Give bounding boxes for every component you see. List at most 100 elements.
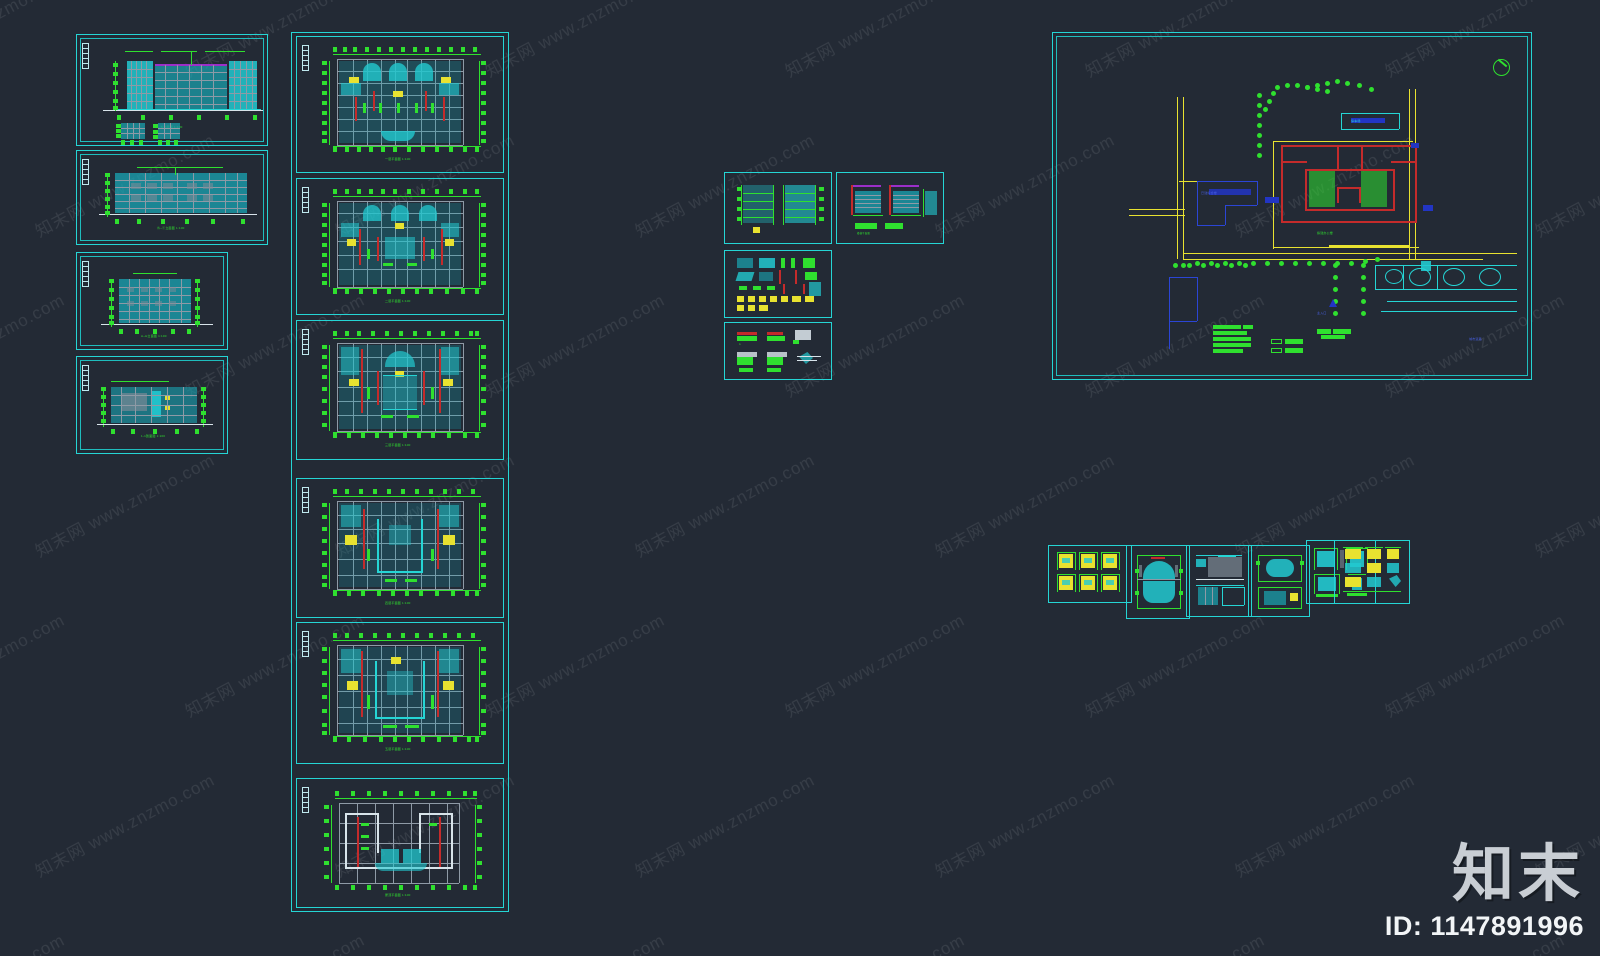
plan-roof-caption: 屋顶平面图 1:100 — [385, 893, 411, 897]
dimension-chain-bottom — [335, 885, 477, 890]
panel-stair-plans[interactable]: 楼梯平面图 — [836, 172, 944, 244]
watermark-text: 知末网 www.znzmo.com — [1382, 610, 1569, 722]
panel-stair-sections[interactable] — [724, 172, 832, 244]
watermark-text: 知末网 www.znzmo.com — [0, 290, 69, 401]
panel-elevation-side[interactable]: ⑮~①立面图 1:100 — [76, 150, 268, 245]
plan-level-2-caption: 二层平面图 1:100 — [385, 299, 411, 303]
panel-elevation-front[interactable]: ①~⑮立面图 1:100 — [76, 34, 268, 146]
title-block-strip — [302, 787, 309, 813]
panel-plan-level-5[interactable]: 五层平面图 1:100 — [296, 622, 504, 764]
tree-row-east-path — [1361, 263, 1375, 323]
title-block-strip — [302, 631, 309, 657]
plan-level-4-drawing: 四层平面图 1:100 — [319, 489, 489, 609]
title-block-strip — [82, 365, 89, 391]
panel-wall-details[interactable]: A — [724, 322, 832, 380]
site-west-block-label: 已建综合楼 — [1201, 191, 1218, 195]
watermark-text: 知末网 www.znzmo.com — [0, 610, 69, 721]
dimension-chain-right — [481, 503, 486, 587]
watermark-text: 知末网 www.znzmo.com — [1080, 926, 1269, 956]
site-north-label-block — [1317, 329, 1351, 339]
panel-plan-level-3[interactable]: 三层平面图 1:100 — [296, 320, 504, 460]
panel-unit-section[interactable] — [1186, 545, 1252, 617]
plan-level-2-drawing: 二层平面图 1:100 — [319, 189, 489, 307]
dimension-chain-left — [322, 647, 327, 735]
door-window-table-drawing — [733, 256, 827, 312]
brand-logo: 知末 — [1451, 837, 1584, 910]
watermark-text: 知末网 www.znzmo.com — [782, 610, 969, 722]
panel-site-plan[interactable]: 主入口 已建综合楼 停车场 城市道路 拟建办公楼 — [1052, 32, 1532, 380]
watermark-text: 知末网 www.znzmo.com — [632, 770, 819, 882]
panel-door-window-table[interactable] — [724, 250, 832, 318]
dimension-chain-left — [324, 805, 329, 881]
watermark-text: 知末网 www.znzmo.com — [180, 926, 369, 956]
elevation-rear-caption: A~H立面图 1:100 — [141, 334, 167, 338]
title-block-strip — [82, 261, 89, 287]
plan-level-4-caption: 四层平面图 1:100 — [385, 601, 411, 605]
toilet-plan-details-drawing — [1055, 550, 1127, 598]
dimension-chain-top — [333, 47, 479, 52]
plan-level-3-drawing: 三层平面图 1:100 — [319, 331, 489, 451]
title-block-strip — [302, 187, 309, 213]
panel-unit-plan-a[interactable] — [1126, 545, 1190, 619]
panel-toilet-plan-details[interactable] — [1048, 545, 1132, 603]
unit-plan-a-drawing — [1133, 551, 1185, 613]
panel-plan-level-4[interactable]: 四层平面图 1:100 — [296, 478, 504, 618]
stair-sections-drawing — [735, 179, 825, 237]
watermark-text: 知末网 www.znzmo.com — [1532, 130, 1600, 242]
unit-plan-b-drawing — [1254, 551, 1306, 611]
watermark-text: 知末网 www.znzmo.com — [932, 770, 1119, 882]
elevation-front-drawing: ①~⑮立面图 1:100 — [93, 45, 263, 145]
wall-details-drawing: A — [733, 328, 827, 376]
watermark-text: 知末网 www.znzmo.com — [782, 0, 969, 82]
dimension-chain-right — [481, 61, 486, 143]
watermark-text: 知末网 www.znzmo.com — [0, 0, 69, 81]
dimension-chain-left — [322, 61, 327, 143]
dimension-chain-bottom — [333, 147, 479, 152]
dimension-chain-bottom — [333, 737, 479, 742]
title-block-strip — [302, 45, 309, 71]
plan-roof-drawing: 屋顶平面图 1:100 — [319, 791, 489, 901]
tree-row-southwest — [1173, 263, 1253, 273]
tree-row-south — [1181, 251, 1381, 268]
watermark-text: 知末网 www.znzmo.com — [32, 450, 219, 562]
site-parking-label: 停车场 — [1351, 119, 1361, 123]
dimension-chain-top — [333, 189, 479, 194]
panel-unit-plan-b[interactable] — [1248, 545, 1310, 617]
watermark-text: 知末网 www.znzmo.com — [480, 926, 669, 956]
elevation-side-drawing: ⑮~①立面图 1:100 — [91, 163, 261, 233]
panel-plan-level-2[interactable]: 二层平面图 1:100 — [296, 178, 504, 315]
brand-block: 知末 ID: 1147891996 — [1385, 843, 1584, 942]
plan-level-3-caption: 三层平面图 1:100 — [385, 443, 411, 447]
dimension-chain-right — [481, 345, 486, 429]
watermark-text: 知末网 www.znzmo.com — [1532, 450, 1600, 562]
dimension-chain-right — [481, 203, 486, 285]
title-block-strip — [302, 329, 309, 355]
watermark-text: 知末网 www.znzmo.com — [1380, 926, 1569, 956]
dimension-chain-top — [335, 791, 477, 796]
misc-detail-drawing — [1341, 545, 1405, 599]
title-block-strip — [82, 159, 89, 185]
elevation-rear-drawing: A~H立面图 1:100 — [93, 267, 219, 339]
dimension-chain-left — [322, 503, 327, 587]
watermark-text: 知末网 www.znzmo.com — [32, 770, 219, 882]
tree-row-west — [1257, 93, 1269, 173]
dimension-chain-top — [333, 489, 479, 494]
tree-row-southeast — [1333, 263, 1347, 323]
stair-plan-caption: 楼梯平面图 — [857, 232, 870, 235]
watermark-text: 知末网 www.znzmo.com — [632, 450, 819, 562]
panel-plan-roof[interactable]: 屋顶平面图 1:100 — [296, 778, 504, 908]
watermark-text: 知末网 www.znzmo.com — [0, 926, 69, 956]
site-legend-notes — [1213, 325, 1259, 357]
title-block-strip — [82, 43, 89, 69]
section-1-1-drawing: 1-1剖面图 1:100 — [91, 373, 219, 441]
site-legend-swatches — [1271, 339, 1305, 357]
panel-misc-detail[interactable] — [1334, 540, 1410, 604]
dimension-chain-right — [481, 647, 486, 735]
watermark-text: 知末网 www.znzmo.com — [780, 926, 969, 956]
panel-section-1-1[interactable]: 1-1剖面图 1:100 — [76, 356, 228, 454]
panel-elevation-rear[interactable]: A~H立面图 1:100 — [76, 252, 228, 350]
plan-level-5-caption: 五层平面图 1:100 — [385, 747, 411, 751]
site-north-building-label: 拟建办公楼 — [1317, 231, 1334, 235]
panel-plan-level-1[interactable]: 一层平面图 1:100 — [296, 36, 504, 173]
site-plan-drawing: 主入口 已建综合楼 停车场 城市道路 拟建办公楼 — [1069, 49, 1517, 367]
